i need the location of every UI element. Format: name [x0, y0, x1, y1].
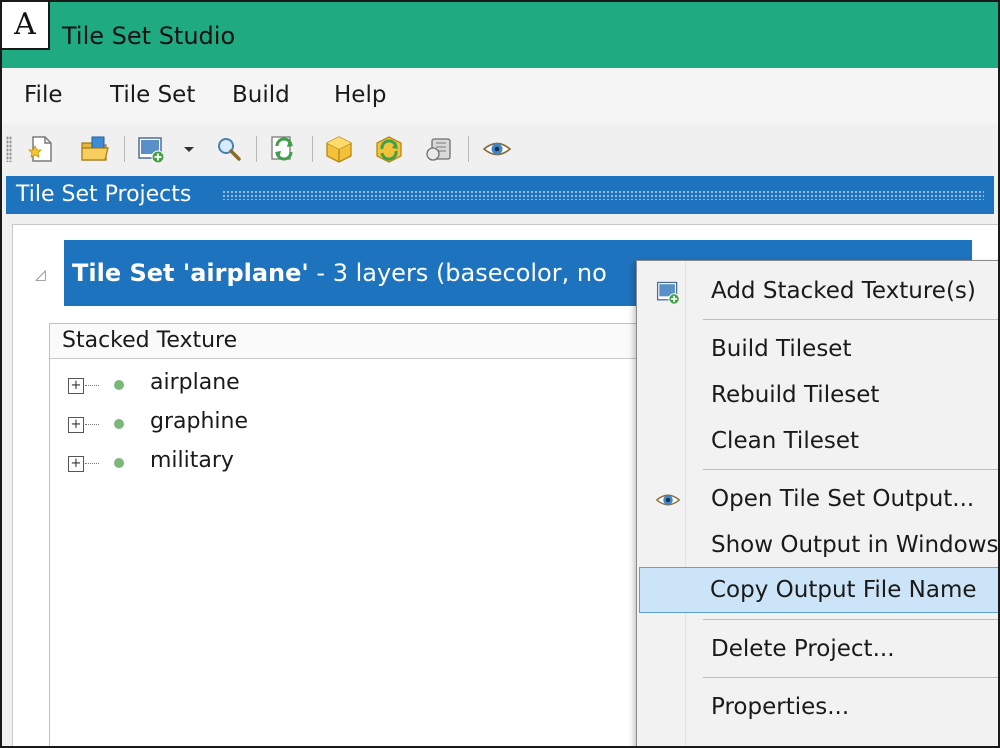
menu-item-copy-output-file-name[interactable]: Copy Output File Name: [639, 567, 998, 613]
status-dot-icon: [114, 380, 124, 390]
menu-item-rebuild-tileset[interactable]: Rebuild Tileset: [639, 373, 998, 417]
menu-item-label: Delete Project...: [711, 636, 895, 662]
menu-item-label: Add Stacked Texture(s): [711, 278, 976, 304]
menu-item-label: Build Tileset: [711, 336, 852, 362]
toolbar-separator: [312, 136, 313, 162]
clean-icon[interactable]: [424, 134, 454, 164]
menu-item-delete-project[interactable]: Delete Project...: [639, 627, 998, 671]
menu-item-label: Properties...: [711, 694, 850, 720]
menu-separator: [703, 619, 998, 620]
figure-panel-label: A: [2, 2, 50, 50]
menu-item-open-output[interactable]: Open Tile Set Output...: [639, 477, 998, 521]
menu-separator: [703, 469, 998, 470]
status-dot-icon: [114, 458, 124, 468]
new-project-icon[interactable]: [26, 134, 56, 164]
menu-bar: File Tile Set Build Help: [2, 68, 998, 124]
eye-icon: [655, 494, 681, 506]
project-details: - 3 layers (basecolor, no: [316, 259, 607, 287]
panel-title: Tile Set Projects: [16, 182, 192, 207]
tree-row[interactable]: + military: [68, 448, 468, 478]
menu-separator: [703, 319, 998, 320]
tree-row[interactable]: + airplane: [68, 370, 468, 400]
dropdown-arrow-icon[interactable]: [180, 134, 198, 164]
expand-plus-icon[interactable]: +: [68, 378, 84, 394]
menu-item-label: Rebuild Tileset: [711, 382, 880, 408]
title-bar: A Tile Set Studio: [2, 2, 998, 68]
status-dot-icon: [114, 419, 124, 429]
eye-icon[interactable]: [482, 134, 512, 164]
menu-item-properties[interactable]: Properties...: [639, 685, 998, 729]
panel-drag-handle[interactable]: [222, 190, 984, 200]
toolbar-separator: [468, 136, 469, 162]
search-icon[interactable]: [214, 134, 244, 164]
texture-label: graphine: [150, 409, 248, 434]
refresh-icon[interactable]: [268, 134, 298, 164]
expand-plus-icon[interactable]: +: [68, 456, 84, 472]
menu-tile-set[interactable]: Tile Set: [110, 82, 195, 108]
toolbar: [2, 124, 998, 174]
menu-help[interactable]: Help: [334, 82, 386, 108]
menu-item-add-stacked-texture[interactable]: Add Stacked Texture(s): [639, 269, 998, 313]
context-menu: Add Stacked Texture(s) Build Tileset Reb…: [636, 260, 1000, 746]
tree-row[interactable]: + graphine: [68, 409, 468, 439]
toolbar-grip[interactable]: [6, 136, 12, 162]
app-window: A Tile Set Studio File Tile Set Build He…: [0, 0, 1000, 748]
toolbar-separator: [256, 136, 257, 162]
texture-label: airplane: [150, 370, 240, 395]
tree-connector: [85, 424, 99, 426]
add-texture-icon[interactable]: [136, 134, 166, 164]
expand-plus-icon[interactable]: +: [68, 417, 84, 433]
build-box-icon[interactable]: [324, 134, 354, 164]
menu-item-show-output[interactable]: Show Output in Windows E: [639, 523, 1000, 567]
menu-item-clean-tileset[interactable]: Clean Tileset: [639, 419, 998, 463]
tree-connector: [85, 463, 99, 465]
menu-item-label: Show Output in Windows E: [711, 532, 1000, 558]
panel-header: Tile Set Projects: [6, 176, 994, 214]
texture-label: military: [150, 448, 234, 473]
column-header-stacked-texture: Stacked Texture: [62, 328, 238, 353]
collapse-triangle-icon[interactable]: ◿: [35, 267, 46, 283]
open-folder-icon[interactable]: [80, 134, 110, 164]
menu-separator: [703, 677, 998, 678]
menu-build[interactable]: Build: [232, 82, 290, 108]
app-title: Tile Set Studio: [62, 22, 236, 50]
project-name: Tile Set 'airplane': [72, 259, 309, 287]
menu-item-label: Clean Tileset: [711, 428, 860, 454]
menu-file[interactable]: File: [24, 82, 63, 108]
tree-connector: [85, 385, 99, 387]
menu-item-label: Copy Output File Name: [710, 577, 977, 603]
menu-item-build-tileset[interactable]: Build Tileset: [639, 327, 998, 371]
toolbar-separator: [124, 136, 125, 162]
rebuild-box-icon[interactable]: [374, 134, 404, 164]
menu-item-label: Open Tile Set Output...: [711, 486, 975, 512]
add-texture-icon: [656, 281, 680, 305]
